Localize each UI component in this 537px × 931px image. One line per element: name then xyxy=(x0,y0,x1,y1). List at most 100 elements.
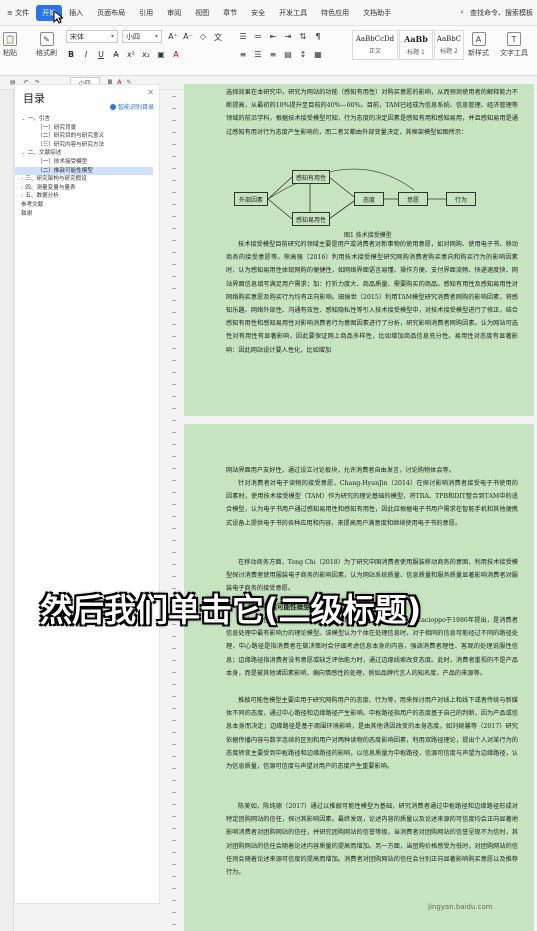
menu-security[interactable]: 安全 xyxy=(244,8,272,18)
ruler-tick xyxy=(172,516,176,517)
ruler-tick xyxy=(172,144,176,145)
phonetic-icon[interactable]: 文 xyxy=(213,32,223,43)
font-name-select[interactable]: 宋体 ▾ xyxy=(66,30,118,43)
new-style-button[interactable]: A 新样式 xyxy=(468,32,489,58)
ruler-tick xyxy=(172,732,176,733)
ruler-tick xyxy=(172,492,176,493)
paste-button[interactable]: 📋 粘贴 xyxy=(3,32,17,58)
ruler-tick xyxy=(172,684,176,685)
vertical-ruler xyxy=(160,90,180,931)
toc-item-thanks[interactable]: 致谢 xyxy=(15,210,161,219)
command-search[interactable]: 查找命令、搜索模板 xyxy=(470,8,533,18)
underline-icon[interactable]: U xyxy=(96,50,106,59)
ruler-tick xyxy=(172,648,176,649)
ruler-tick xyxy=(172,924,176,925)
font-color-icon[interactable]: A xyxy=(171,50,181,59)
ruler-tick xyxy=(172,408,176,409)
toc-item-elm[interactable]: （二）推敲可能性模型 xyxy=(15,166,153,176)
bold-icon[interactable]: B xyxy=(66,50,76,59)
ruler-tick xyxy=(172,204,176,205)
grow-font-icon[interactable]: A⁺ xyxy=(168,32,178,43)
menu-file[interactable]: ≡ 文件 xyxy=(0,8,36,18)
ruler-tick xyxy=(172,360,176,361)
italic-icon[interactable]: I xyxy=(81,50,91,59)
toc-item-references[interactable]: 参考文献 xyxy=(15,201,161,210)
ruler-tick xyxy=(172,744,176,745)
ruler-tick xyxy=(172,672,176,673)
format-painter-button[interactable]: ✎ 格式刷 xyxy=(36,32,57,58)
style-heading-1[interactable]: AaBb 标题 1 xyxy=(399,30,433,60)
toc-item-tam[interactable]: （一）技术接受模型 xyxy=(15,158,161,167)
sort-icon[interactable]: ⇅ xyxy=(298,32,308,41)
ruler-tick xyxy=(172,336,176,337)
navigation-pane: 目录 ✕ 智能识别目录 ⌄ 一、引言 （一）研究背景 （二）研究目的与研究意义 （… xyxy=(14,84,160,904)
show-marks-icon[interactable]: ¶ xyxy=(313,32,323,41)
paragraph: 陈美如，陈纯德（2017）通过以推敲可能性模型为基础，研究消费者通过中枢路径和边… xyxy=(226,803,518,877)
align-left-icon[interactable]: ≡ xyxy=(238,50,248,59)
toc-item-framework[interactable]: › 三、研究架构与研究假设 xyxy=(15,175,161,184)
ruler-tick xyxy=(172,252,176,253)
numbering-icon[interactable]: ≔ xyxy=(253,32,263,41)
increase-indent-icon[interactable]: ⇥ xyxy=(283,32,293,41)
menu-features[interactable]: 特色应用 xyxy=(314,8,356,18)
style-normal[interactable]: AaBbCcDd 正文 xyxy=(352,30,398,60)
bullets-icon[interactable]: ☰ xyxy=(238,32,248,41)
strikethrough-icon[interactable]: A̶ xyxy=(111,50,121,59)
toc-item-analysis[interactable]: › 五、数据分析 xyxy=(15,192,161,201)
menu-page-layout[interactable]: 页面布局 xyxy=(90,8,132,18)
ruler-tick xyxy=(172,636,176,637)
menu-insert[interactable]: 插入 xyxy=(62,8,90,18)
ruler-tick xyxy=(172,180,176,181)
menu-view[interactable]: 视图 xyxy=(188,8,216,18)
ruler-tick xyxy=(172,288,176,289)
decrease-indent-icon[interactable]: ⇤ xyxy=(268,32,278,41)
text-format-controls: B I U A̶ x² x₂ ▣ A xyxy=(66,50,181,59)
smart-toc-button[interactable]: 智能识别目录 xyxy=(109,102,154,111)
align-center-icon[interactable]: ☰ xyxy=(253,50,263,59)
close-icon[interactable]: ✕ xyxy=(147,88,154,97)
menu-developer[interactable]: 开发工具 xyxy=(272,8,314,18)
ruler-tick xyxy=(172,108,176,109)
style-heading-2[interactable]: AaBbC 标题 2 xyxy=(434,30,464,60)
ruler-tick xyxy=(172,456,176,457)
toc-item-purpose[interactable]: （二）研究目的与研究意义 xyxy=(15,132,161,141)
superscript-icon[interactable]: x² xyxy=(126,50,136,59)
chevron-right-icon: › xyxy=(21,184,24,191)
ruler-tick xyxy=(172,540,176,541)
menu-section[interactable]: 章节 xyxy=(216,8,244,18)
justify-icon[interactable]: ▤ xyxy=(283,50,293,59)
shading-icon[interactable]: ▦ xyxy=(313,50,323,59)
line-spacing-icon[interactable]: ↕ xyxy=(298,50,308,59)
toc-item-literature[interactable]: ⌄ 二、文献综述 xyxy=(15,149,161,158)
toc-item-intro[interactable]: ⌄ 一、引言 xyxy=(15,115,161,124)
left-gutter xyxy=(0,90,14,931)
ruler-tick xyxy=(172,768,176,769)
clear-format-icon[interactable]: ◇ xyxy=(198,32,208,43)
ruler-tick xyxy=(172,564,176,565)
toc-item-methods[interactable]: （三）研究内容与研究方法 xyxy=(15,141,161,150)
shrink-font-icon[interactable]: A⁻ xyxy=(183,32,193,43)
ruler-tick xyxy=(172,576,176,577)
ruler-tick xyxy=(172,324,176,325)
highlight-icon[interactable]: ▣ xyxy=(156,50,166,59)
diagram-node-external: 外部因素 xyxy=(234,192,268,206)
ruler-tick xyxy=(172,660,176,661)
subscript-icon[interactable]: x₂ xyxy=(141,50,151,59)
ruler-tick xyxy=(172,792,176,793)
text-tools-icon: T xyxy=(507,32,521,46)
search-icon[interactable]: ⌕ xyxy=(460,8,464,17)
font-size-select[interactable]: 小四 ▾ xyxy=(122,30,162,43)
ruler-tick xyxy=(172,348,176,349)
menu-review[interactable]: 审阅 xyxy=(160,8,188,18)
align-right-icon[interactable]: ≡ xyxy=(268,50,278,59)
ruler-tick xyxy=(172,420,176,421)
ruler-tick xyxy=(172,444,176,445)
ruler-tick xyxy=(172,240,176,241)
chevron-down-icon: ⌄ xyxy=(21,116,26,122)
toc-item-measures[interactable]: › 四、测量变量与量表 xyxy=(15,184,161,193)
menu-doc-assistant[interactable]: 文档助手 xyxy=(356,8,398,18)
text-tools-button[interactable]: T 文字工具 xyxy=(500,32,528,58)
chevron-down-icon: ⌄ xyxy=(21,150,26,157)
menu-references[interactable]: 引用 xyxy=(132,8,160,18)
toc-item-background[interactable]: （一）研究背景 xyxy=(15,124,161,133)
